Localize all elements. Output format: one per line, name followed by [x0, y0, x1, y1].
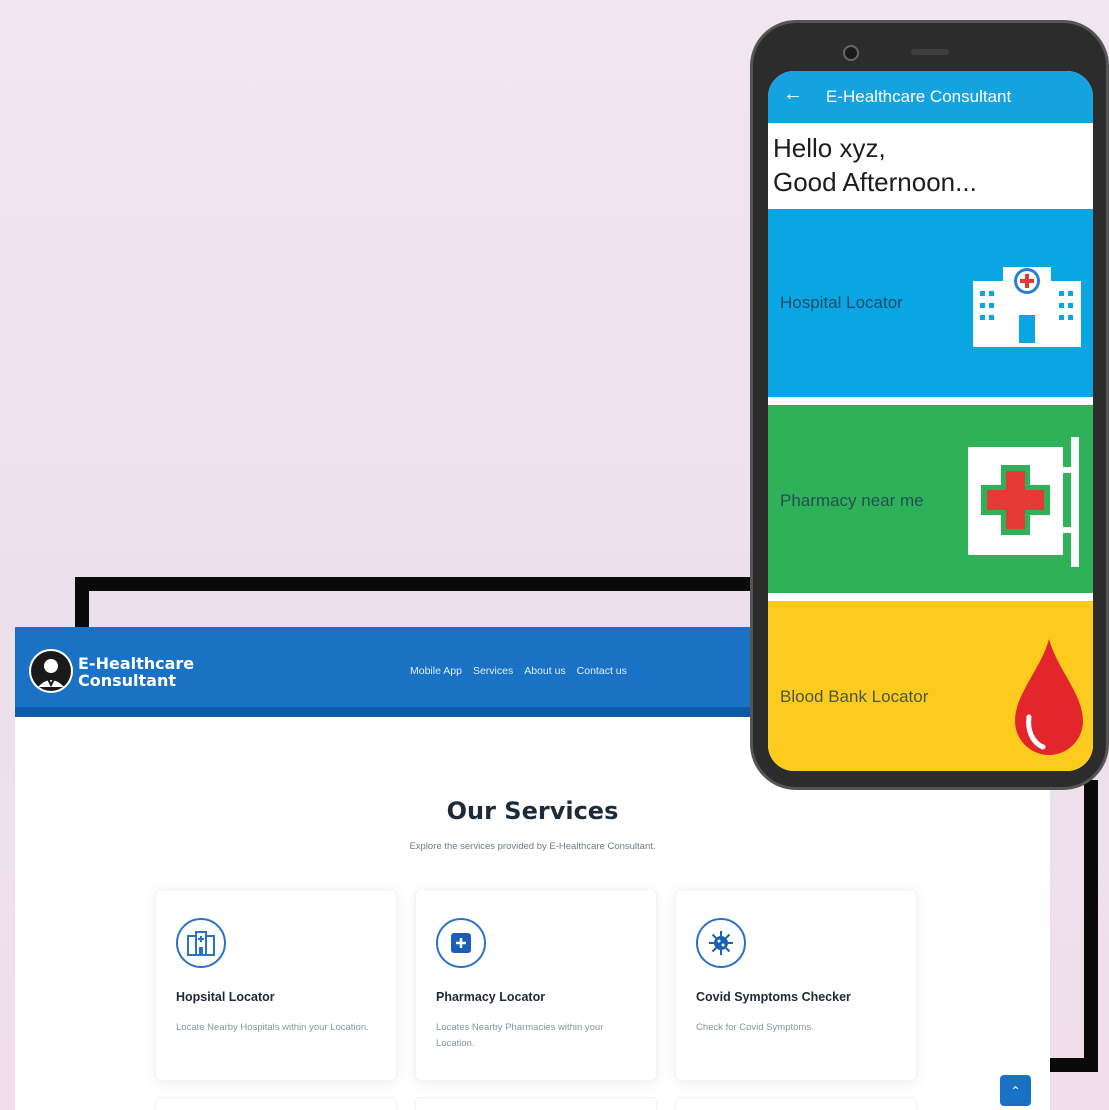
- greeting-line2: Good Afternoon...: [773, 167, 977, 197]
- nav-services[interactable]: Services: [473, 665, 513, 677]
- greeting-line1: Hello xyz,: [773, 133, 886, 163]
- phone-screen: ← E-Healthcare Consultant Hello xyz, Goo…: [768, 71, 1093, 771]
- pharmacy-plus-icon: [436, 918, 486, 968]
- greeting: Hello xyz, Good Afternoon...: [773, 131, 977, 199]
- card-description: Locates Nearby Pharmacies within your Lo…: [436, 1022, 604, 1049]
- nav-mobile-app[interactable]: Mobile App: [410, 665, 462, 677]
- service-card-next-3: [675, 1097, 917, 1110]
- app-title: E-Healthcare Consultant: [826, 87, 1012, 106]
- chevron-up-icon: ⌃: [1010, 1083, 1021, 1098]
- service-card-next-2: [415, 1097, 657, 1110]
- phone-mockup: ← E-Healthcare Consultant Hello xyz, Goo…: [750, 20, 1109, 790]
- tile-blood-bank-locator[interactable]: Blood Bank Locator: [768, 601, 1093, 771]
- hospital-building-icon: [176, 918, 226, 968]
- doctor-avatar-icon[interactable]: [29, 649, 73, 693]
- frame-right-bar: [1084, 780, 1098, 1072]
- hospital-icon: [973, 261, 1083, 356]
- tile-label: Pharmacy near me: [780, 491, 924, 510]
- logo-line2: Consultant: [78, 671, 177, 690]
- tile-label: Blood Bank Locator: [780, 687, 929, 706]
- virus-icon: [696, 918, 746, 968]
- card-title: Covid Symptoms Checker: [696, 990, 851, 1004]
- services-subtitle: Explore the services provided by E-Healt…: [409, 841, 656, 852]
- tile-pharmacy-near-me[interactable]: Pharmacy near me: [768, 405, 1093, 593]
- card-description: Check for Covid Symptoms.: [696, 1022, 814, 1033]
- blood-drop-icon: [1013, 639, 1085, 764]
- frame-top-bar: [75, 577, 755, 591]
- service-card-covid[interactable]: Covid Symptoms Checker Check for Covid S…: [675, 889, 917, 1081]
- speaker-grille: [911, 49, 949, 55]
- app-bar: ← E-Healthcare Consultant: [768, 71, 1093, 123]
- nav-contact-us[interactable]: Contact us: [577, 665, 627, 677]
- service-card-pharmacy[interactable]: Pharmacy Locator Locates Nearby Pharmaci…: [415, 889, 657, 1081]
- card-title: Pharmacy Locator: [436, 990, 546, 1004]
- logo-line1: E-Healthcare: [78, 654, 195, 673]
- pharmacy-sign-icon: [968, 437, 1086, 572]
- scroll-to-top-button[interactable]: ⌃: [1000, 1075, 1031, 1106]
- card-title: Hopsital Locator: [176, 990, 275, 1004]
- tile-label: Hospital Locator: [780, 293, 903, 312]
- back-arrow-icon[interactable]: ←: [783, 83, 803, 106]
- service-card-hospital[interactable]: Hopsital Locator Locate Nearby Hospitals…: [155, 889, 397, 1081]
- frame-bottom-bar: [1048, 1058, 1098, 1072]
- card-description: Locate Nearby Hospitals within your Loca…: [176, 1022, 369, 1033]
- service-card-next-1: [155, 1097, 397, 1110]
- frame-left-bar: [75, 577, 89, 632]
- tile-hospital-locator[interactable]: Hospital Locator: [768, 209, 1093, 397]
- main-nav: Mobile App Services About us Contact us: [410, 665, 627, 677]
- camera-icon: [843, 45, 859, 61]
- nav-about-us[interactable]: About us: [524, 665, 565, 677]
- logo-text[interactable]: E-Healthcare Consultant: [78, 655, 194, 689]
- services-title: Our Services: [446, 797, 619, 825]
